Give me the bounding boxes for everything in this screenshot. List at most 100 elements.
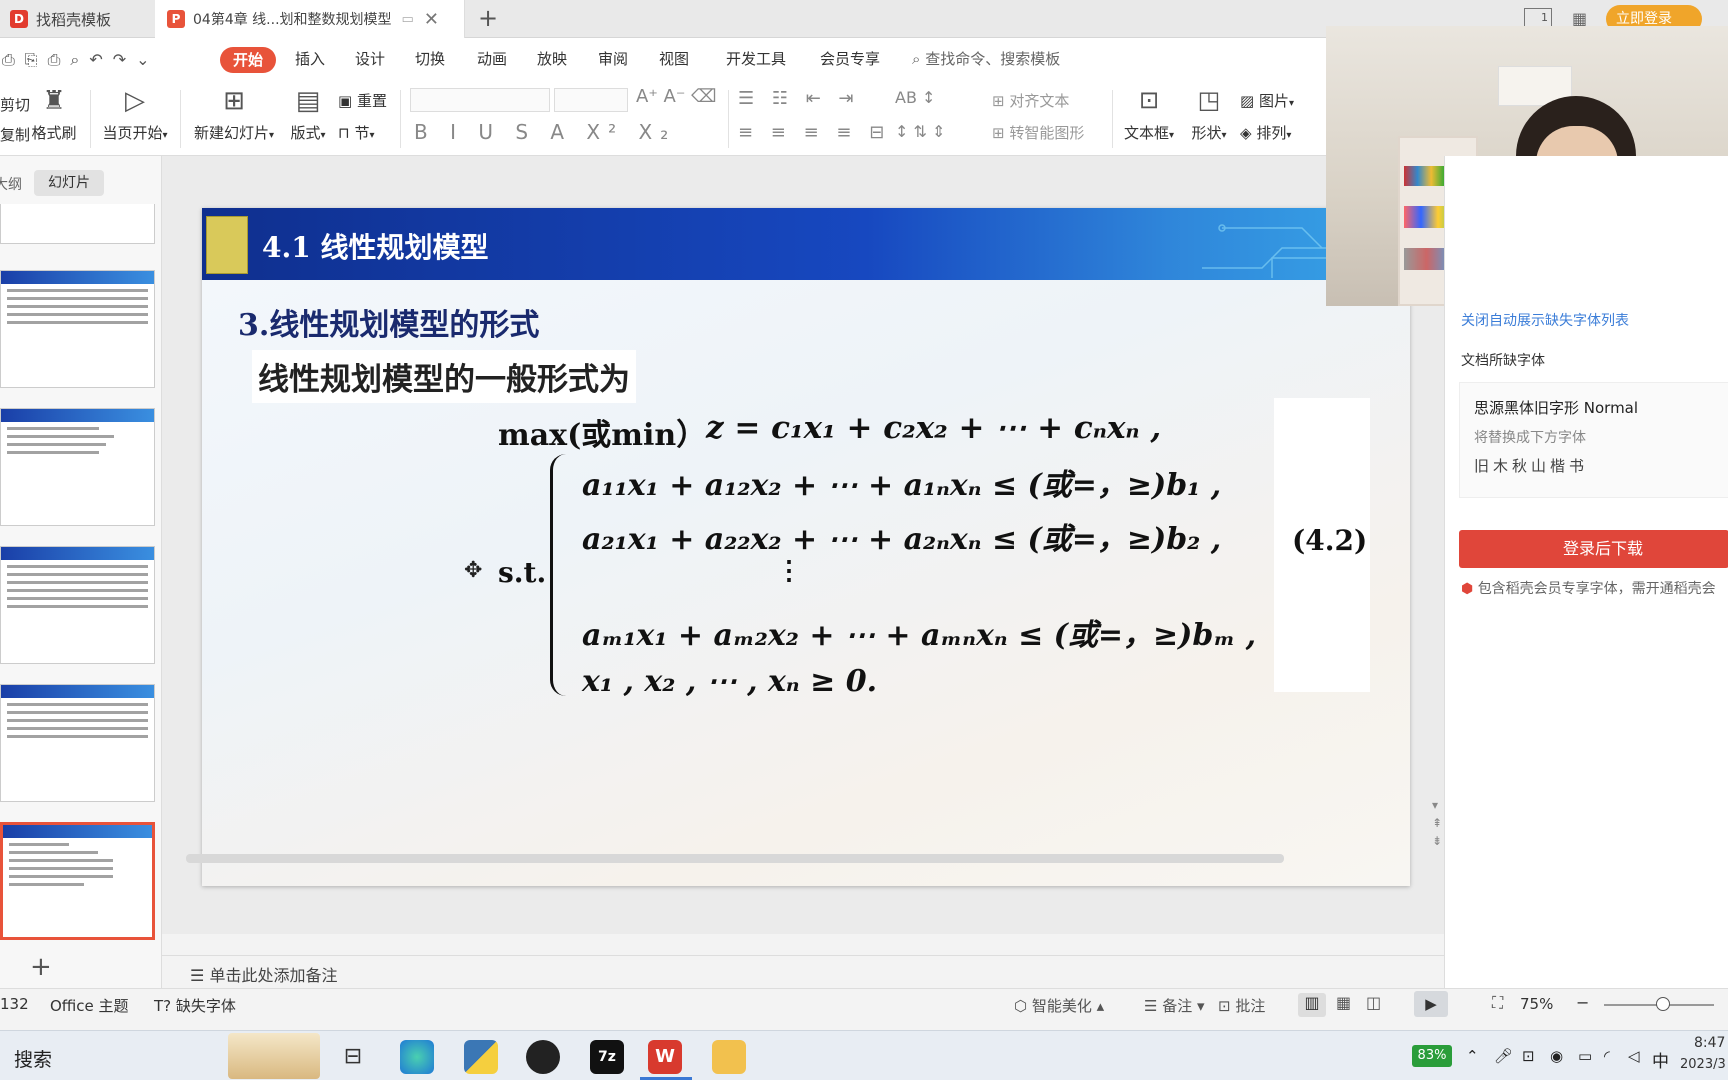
menu-developer[interactable]: 开发工具 [726, 48, 786, 69]
normal-view-icon[interactable]: ▥ [1298, 993, 1326, 1017]
clock-date[interactable]: 2023/3 [1680, 1057, 1726, 1072]
slideshow-play-icon[interactable]: ▶ [1414, 991, 1448, 1017]
menu-insert[interactable]: 插入 [295, 48, 325, 69]
font-grow-icon[interactable]: A⁺ A⁻ ⌫ [636, 86, 717, 107]
scroll-arrows-icon[interactable]: ▾ ⇞ ⇟ [1432, 796, 1442, 850]
quick-access-icons[interactable]: ⎙⎘⎙⌕↶↷⌄ [2, 50, 160, 70]
format-painter-button[interactable]: ♜ 格式刷 [30, 86, 78, 143]
convert-smartart-button[interactable]: ⊞ 转智能图形 [992, 122, 1084, 143]
arrange-button[interactable]: ◈ 排列▾ [1240, 122, 1291, 143]
battery-icon[interactable]: ▭ [1578, 1047, 1592, 1065]
new-slide-button[interactable]: ⊞ 新建幻灯片▾ [190, 86, 278, 143]
objective-function: z = c₁x₁ + c₂x₂ + ⋯ + cₙxₙ , [706, 410, 1162, 446]
menu-design[interactable]: 设计 [355, 48, 385, 69]
missing-font-status[interactable]: T? 缺失字体 [154, 995, 236, 1016]
align-text-button[interactable]: ⊞ 对齐文本 [992, 90, 1069, 111]
menu-transition[interactable]: 切换 [415, 48, 445, 69]
picture-button[interactable]: ▨ 图片▾ [1240, 90, 1294, 111]
font-size-select[interactable] [554, 88, 628, 112]
tab-outline[interactable]: 大纲 [0, 174, 22, 194]
reading-view-icon[interactable]: ◫ [1366, 993, 1381, 1012]
horizontal-scrollbar[interactable] [186, 854, 1284, 863]
task-view-icon[interactable]: ⊟ [336, 1040, 370, 1074]
fit-window-icon[interactable]: ⛶ [1492, 993, 1503, 1013]
text-direction-icon[interactable]: AB ↕ [895, 88, 935, 107]
separator [728, 90, 729, 148]
slide-thumbnail[interactable] [0, 546, 155, 664]
microphone-icon[interactable]: 🎤︎ [1494, 1047, 1513, 1065]
obs-icon[interactable] [526, 1040, 560, 1074]
add-slide-icon[interactable]: + [30, 952, 52, 982]
beautify-button[interactable]: ⬡ 智能美化 ▴ [1014, 995, 1104, 1016]
textbox-button[interactable]: ⊡ 文本框▾ [1120, 86, 1178, 143]
list-icons[interactable]: ☰ ☷ ⇤ ⇥ [738, 88, 860, 109]
python-icon[interactable] [464, 1040, 498, 1074]
slide-thumbnail[interactable] [0, 408, 155, 526]
tab-presentation[interactable]: P 04第4章 线...划和整数规划模型 ▭ ✕ [155, 0, 465, 38]
theme-name[interactable]: Office 主题 [50, 995, 129, 1016]
menu-member[interactable]: 会员专享 [820, 48, 880, 69]
tray-app-icon[interactable]: ⊡ [1522, 1047, 1535, 1065]
reset-button[interactable]: ▣ 重置 [338, 90, 387, 111]
taskbar-search[interactable]: 搜索 [14, 1045, 52, 1072]
menu-view[interactable]: 视图 [659, 48, 689, 69]
notes-placeholder-text: 单击此处添加备注 [209, 966, 338, 985]
clock-time[interactable]: 8:47 [1694, 1035, 1725, 1051]
play-current-button[interactable]: ▷ 当页开始▾ [98, 86, 172, 143]
tab-slides-label: 幻灯片 [48, 175, 90, 191]
menu-animation[interactable]: 动画 [477, 48, 507, 69]
close-tab-icon[interactable]: ✕ [424, 9, 439, 30]
slide-canvas: 4.1 线性规划模型 3.线性规划模型的形式 线性规划模型的一般形式为 max(… [162, 156, 1444, 934]
notes-bar[interactable]: ☰ 单击此处添加备注 [162, 955, 1444, 988]
slide-thumbnail[interactable] [0, 204, 155, 244]
zoom-out-icon[interactable]: − [1576, 993, 1589, 1012]
zoom-level[interactable]: 75% [1520, 995, 1553, 1013]
layout-button[interactable]: ▤ 版式▾ [286, 86, 330, 143]
layout-icon[interactable]: 1 [1524, 8, 1552, 28]
command-search[interactable]: ⌕ 查找命令、搜索模板 [912, 48, 1060, 69]
slide-thumbnail[interactable] [0, 270, 155, 388]
window-float-icon[interactable]: ▭ [402, 12, 414, 27]
status-bar: 132 Office 主题 T? 缺失字体 ⬡ 智能美化 ▴ ☰ 备注 ▾ ⊡ … [0, 988, 1728, 1020]
login-download-button[interactable]: 登录后下载 [1459, 530, 1728, 568]
notes-icon: ☰ [190, 966, 210, 985]
play-icon: ▷ [125, 86, 145, 116]
menu-start[interactable]: 开始 [220, 47, 276, 73]
nvidia-icon[interactable]: ◉ [1550, 1047, 1563, 1065]
menu-slideshow[interactable]: 放映 [537, 48, 567, 69]
cut-button[interactable]: 剪切 [0, 90, 30, 120]
new-slide-label: 新建幻灯片 [193, 124, 269, 142]
new-tab-icon[interactable]: + [478, 4, 498, 32]
close-auto-show-link[interactable]: 关闭自动展示缺失字体列表 [1461, 310, 1629, 330]
text-format-icons[interactable]: B I U S A X² X₂ [414, 120, 676, 144]
edge-browser-icon[interactable] [400, 1040, 434, 1074]
volume-icon[interactable]: ◁ [1628, 1047, 1640, 1065]
slide-thumbnail-panel: 大纲 幻灯片 + [0, 156, 174, 988]
font-family-select[interactable] [410, 88, 550, 112]
tab-slides[interactable]: 幻灯片 [34, 170, 104, 196]
slide-thumbnail-selected[interactable] [0, 822, 155, 940]
paragraph-align-icons[interactable]: ≡ ≡ ≡ ≡ ⊟ [738, 122, 890, 143]
ime-indicator[interactable]: 中 [1652, 1047, 1669, 1072]
menu-review[interactable]: 审阅 [598, 48, 628, 69]
tray-chevron-icon[interactable]: ⌃ [1466, 1047, 1479, 1065]
copy-button[interactable]: 复制 [0, 120, 30, 150]
zoom-slider-thumb[interactable] [1656, 997, 1670, 1011]
slide-thumbnail[interactable] [0, 684, 155, 802]
line-spacing-icons[interactable]: ↕ ⇅ ⇕ [895, 122, 945, 141]
wps-office-icon[interactable]: W [648, 1040, 682, 1074]
shape-button[interactable]: ◳ 形状▾ [1186, 86, 1232, 143]
slide-sorter-icon[interactable]: ▦ [1336, 993, 1351, 1012]
comments-button[interactable]: ⊡ 批注 [1218, 995, 1265, 1016]
tab-docer-templates[interactable]: D 找稻壳模板 [0, 0, 154, 38]
constraint-nonnegativity: x₁ , x₂ , ⋯ , xₙ ≥ 0. [582, 664, 878, 699]
layout-label: 版式 [290, 124, 321, 142]
slide[interactable]: 4.1 线性规划模型 3.线性规划模型的形式 线性规划模型的一般形式为 max(… [202, 208, 1410, 886]
notes-placeholder[interactable]: ☰ 单击此处添加备注 [190, 962, 337, 986]
file-explorer-icon[interactable] [712, 1040, 746, 1074]
notes-toggle-button[interactable]: ☰ 备注 ▾ [1144, 995, 1205, 1016]
section-button[interactable]: ⊓ 节▾ [338, 122, 375, 143]
7zip-icon[interactable]: 7z [590, 1040, 624, 1074]
wifi-icon[interactable]: ◜ [1604, 1047, 1610, 1065]
textbox-label: 文本框 [1123, 124, 1169, 142]
